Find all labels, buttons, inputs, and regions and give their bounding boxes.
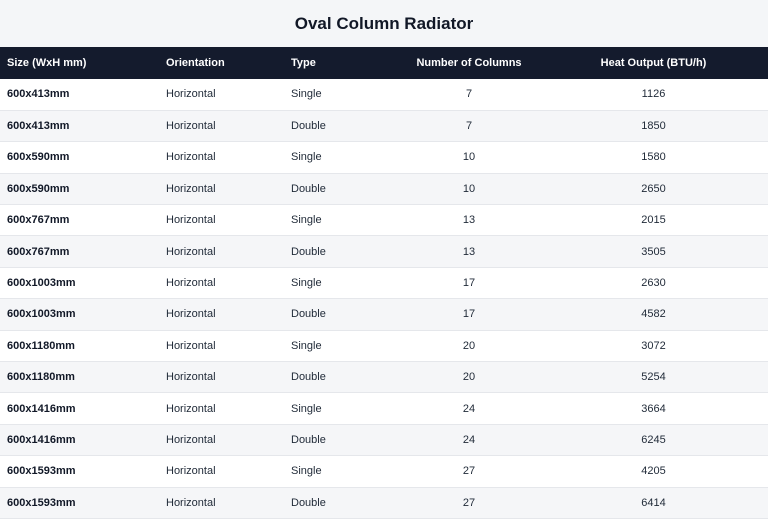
- cell-heat-output: 1850: [641, 120, 666, 133]
- cell-orientation: Horizontal: [166, 245, 216, 258]
- column-header-type: Type: [291, 57, 316, 69]
- cell-size: 600x590mm: [7, 182, 70, 195]
- cell-type: Double: [291, 496, 326, 509]
- cell-type: Double: [291, 120, 326, 133]
- cell-size: 600x1416mm: [7, 402, 76, 415]
- cell-size: 600x413mm: [7, 120, 70, 133]
- cell-type: Single: [291, 88, 322, 101]
- cell-orientation: Horizontal: [166, 402, 216, 415]
- cell-number-of-columns: 20: [462, 339, 476, 352]
- table-row: 600x1180mm Horizontal Double 20 5254: [0, 361, 768, 393]
- table-header: Size (WxH mm) Orientation Type Number of…: [0, 47, 768, 79]
- cell-orientation: Horizontal: [166, 182, 216, 195]
- cell-size: 600x1003mm: [7, 308, 76, 321]
- cell-orientation: Horizontal: [166, 214, 216, 227]
- table-row: 600x413mm Horizontal Single 7 1126: [0, 79, 768, 111]
- cell-number-of-columns: 17: [462, 308, 476, 321]
- cell-type: Single: [291, 277, 322, 290]
- column-header-heat-output: Heat Output (BTU/h): [600, 57, 707, 69]
- cell-number-of-columns: 27: [462, 465, 476, 478]
- column-header-orientation: Orientation: [166, 57, 225, 69]
- cell-size: 600x1003mm: [7, 277, 76, 290]
- cell-orientation: Horizontal: [166, 308, 216, 321]
- cell-heat-output: 3505: [641, 245, 666, 258]
- cell-heat-output: 6245: [641, 433, 666, 446]
- cell-heat-output: 3664: [641, 402, 666, 415]
- cell-size: 600x767mm: [7, 214, 70, 227]
- table-row: 600x413mm Horizontal Double 7 1850: [0, 110, 768, 142]
- table-row: 600x590mm Horizontal Double 10 2650: [0, 173, 768, 205]
- cell-orientation: Horizontal: [166, 339, 216, 352]
- cell-heat-output: 2650: [641, 182, 666, 195]
- cell-heat-output: 1126: [641, 88, 666, 101]
- column-header-number-of-columns: Number of Columns: [416, 57, 522, 69]
- table-row: 600x590mm Horizontal Single 10 1580: [0, 142, 768, 174]
- cell-heat-output: 1580: [641, 151, 666, 164]
- cell-number-of-columns: 27: [462, 496, 476, 509]
- table-row: 600x767mm Horizontal Single 13 2015: [0, 205, 768, 236]
- cell-number-of-columns: 24: [462, 433, 476, 446]
- title-bar: Oval Column Radiator: [0, 0, 768, 47]
- cell-number-of-columns: 7: [465, 120, 473, 133]
- table-row: 600x1593mm Horizontal Double 27 6414: [0, 487, 768, 519]
- table-row: 600x1593mm Horizontal Single 27 4205: [0, 456, 768, 488]
- table-row: 600x1416mm Horizontal Single 24 3664: [0, 393, 768, 425]
- cell-number-of-columns: 20: [462, 371, 476, 384]
- column-header-size: Size (WxH mm): [7, 57, 87, 69]
- cell-heat-output: 6414: [641, 496, 666, 509]
- cell-type: Single: [291, 151, 322, 164]
- cell-number-of-columns: 17: [462, 277, 476, 290]
- table-row: 600x1180mm Horizontal Single 20 3072: [0, 330, 768, 362]
- cell-heat-output: 5254: [641, 371, 666, 384]
- cell-orientation: Horizontal: [166, 465, 216, 478]
- cell-type: Single: [291, 339, 322, 352]
- cell-type: Single: [291, 465, 322, 478]
- cell-type: Double: [291, 433, 326, 446]
- cell-size: 600x1416mm: [7, 433, 76, 446]
- table-row: 600x1416mm Horizontal Double 24 6245: [0, 424, 768, 456]
- cell-size: 600x767mm: [7, 245, 70, 258]
- cell-orientation: Horizontal: [166, 151, 216, 164]
- table-row: 600x1003mm Horizontal Single 17 2630: [0, 267, 768, 299]
- cell-number-of-columns: 24: [462, 402, 476, 415]
- table-row: 600x767mm Horizontal Double 13 3505: [0, 235, 768, 268]
- header-row: Size (WxH mm) Orientation Type Number of…: [0, 47, 768, 79]
- cell-type: Double: [291, 182, 326, 195]
- cell-number-of-columns: 13: [462, 214, 476, 227]
- cell-size: 600x1593mm: [7, 496, 76, 509]
- page-title: Oval Column Radiator: [294, 13, 474, 33]
- table-body: 600x413mm Horizontal Single 7 1126 600x4…: [0, 79, 768, 519]
- cell-size: 600x1180mm: [7, 339, 75, 352]
- radiator-table: Size (WxH mm) Orientation Type Number of…: [0, 47, 768, 519]
- table-row: 600x1003mm Horizontal Double 17 4582: [0, 298, 768, 331]
- cell-size: 600x413mm: [7, 88, 70, 101]
- cell-size: 600x1180mm: [7, 371, 75, 384]
- cell-orientation: Horizontal: [166, 277, 216, 290]
- cell-type: Double: [291, 308, 326, 321]
- cell-number-of-columns: 7: [465, 88, 473, 101]
- cell-number-of-columns: 10: [462, 182, 476, 195]
- cell-type: Double: [291, 245, 326, 258]
- cell-heat-output: 2015: [641, 214, 666, 227]
- cell-number-of-columns: 10: [462, 151, 476, 164]
- cell-heat-output: 4205: [641, 465, 666, 478]
- cell-orientation: Horizontal: [166, 120, 216, 133]
- cell-heat-output: 2630: [641, 277, 666, 290]
- cell-type: Single: [291, 402, 322, 415]
- cell-orientation: Horizontal: [166, 496, 216, 509]
- cell-number-of-columns: 13: [462, 245, 476, 258]
- cell-orientation: Horizontal: [166, 433, 216, 446]
- cell-heat-output: 4582: [641, 308, 666, 321]
- cell-size: 600x590mm: [7, 151, 70, 164]
- cell-heat-output: 3072: [641, 339, 666, 352]
- cell-type: Double: [291, 371, 326, 384]
- cell-orientation: Horizontal: [166, 371, 216, 384]
- cell-size: 600x1593mm: [7, 465, 76, 478]
- cell-type: Single: [291, 214, 322, 227]
- cell-orientation: Horizontal: [166, 88, 216, 101]
